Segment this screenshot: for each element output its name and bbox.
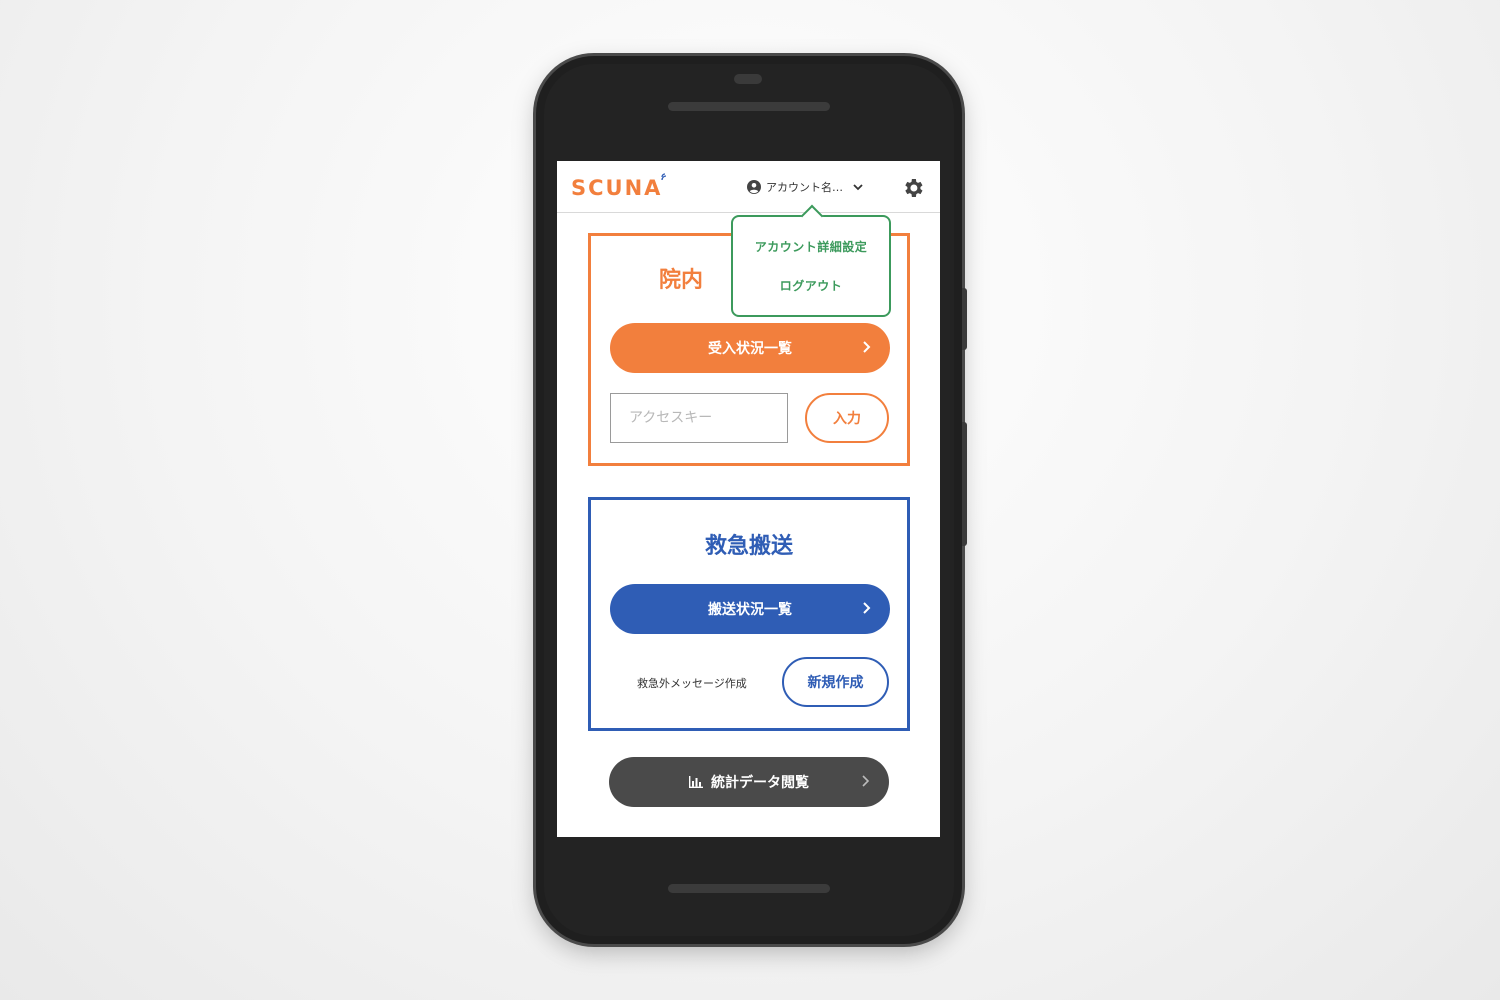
- access-key-input[interactable]: [610, 393, 788, 443]
- phone-volume-button: [962, 422, 967, 546]
- enter-button[interactable]: 入力: [805, 393, 889, 443]
- statistics-button-label: 統計データ閲覧: [711, 775, 809, 791]
- app-screen: SCUNA アカウント名… アカウント詳細設定 ログアウト 院内 受入状況一覧 …: [557, 161, 940, 837]
- gear-icon[interactable]: [901, 176, 925, 200]
- chevron-down-icon: [853, 184, 863, 191]
- reception-status-list-button[interactable]: 受入状況一覧: [610, 323, 890, 373]
- transport-status-list-label: 搬送状況一覧: [708, 602, 792, 618]
- app-logo[interactable]: SCUNA: [571, 173, 667, 201]
- logo-text: SCUNA: [571, 173, 667, 200]
- chevron-right-icon: [863, 341, 871, 353]
- ems-card: 救急搬送 搬送状況一覧 救急外メッセージ作成 新規作成: [588, 497, 910, 731]
- phone-speaker-bottom: [668, 884, 830, 893]
- phone-speaker-top: [668, 102, 830, 111]
- chevron-right-icon: [862, 775, 870, 787]
- account-menu-toggle[interactable]: アカウント名…: [747, 177, 864, 197]
- app-header: SCUNA アカウント名…: [557, 161, 940, 213]
- new-message-button[interactable]: 新規作成: [782, 657, 889, 707]
- statistics-button[interactable]: 統計データ閲覧: [609, 757, 889, 807]
- chevron-right-icon: [863, 602, 871, 614]
- bar-chart-icon: [689, 776, 703, 788]
- menu-item-account-settings[interactable]: アカウント詳細設定: [755, 238, 868, 255]
- phone-frame: SCUNA アカウント名… アカウント詳細設定 ログアウト 院内 受入状況一覧 …: [536, 56, 967, 944]
- phone-camera: [734, 74, 762, 84]
- account-dropdown-menu: アカウント詳細設定 ログアウト: [731, 215, 891, 317]
- transport-status-list-button[interactable]: 搬送状況一覧: [610, 584, 890, 634]
- signal-wave-icon: [661, 173, 667, 181]
- account-circle-icon: [747, 180, 761, 194]
- account-name: アカウント名…: [766, 181, 843, 194]
- non-emergency-message-label: 救急外メッセージ作成: [637, 677, 747, 690]
- reception-status-list-label: 受入状況一覧: [708, 341, 792, 357]
- phone-power-button: [962, 288, 967, 350]
- menu-item-logout[interactable]: ログアウト: [780, 277, 843, 294]
- ems-card-title: 救急搬送: [704, 534, 793, 559]
